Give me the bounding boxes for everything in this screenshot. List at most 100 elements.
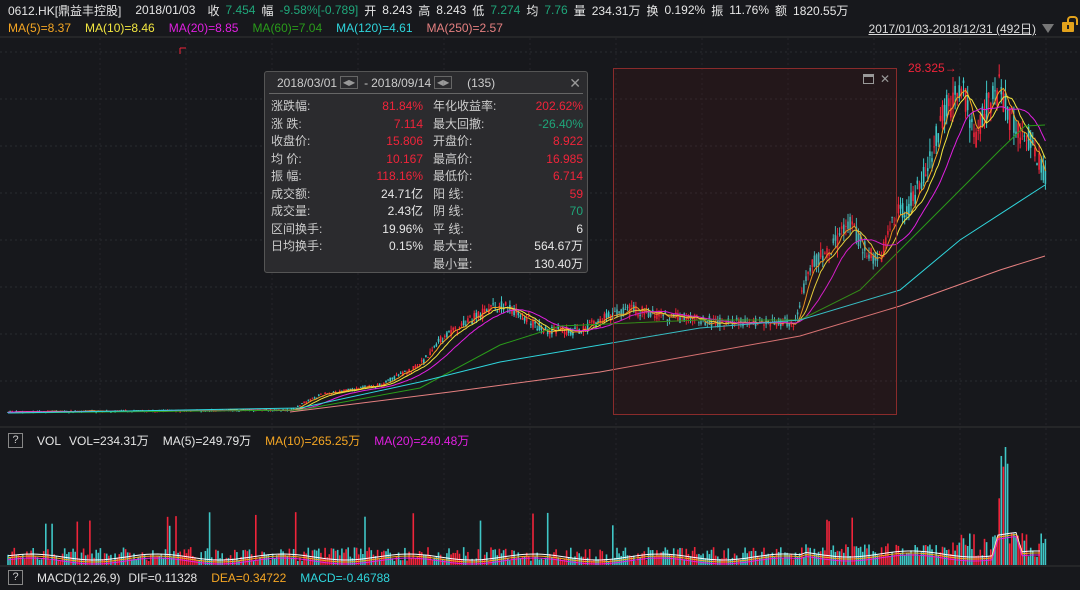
volume-bar [964, 544, 967, 565]
volume-bar [332, 548, 335, 565]
candle-body [483, 308, 486, 313]
volume-bar [330, 548, 333, 565]
volume-bar [973, 534, 975, 565]
candle-body [528, 316, 530, 318]
volume-bar [280, 549, 282, 565]
volume-bar [206, 548, 209, 565]
candle-body [309, 398, 312, 401]
candle-body [414, 365, 417, 368]
candle-body [305, 401, 307, 403]
candle-body [473, 313, 475, 319]
candle-body [591, 320, 593, 322]
volume-bar [826, 519, 828, 565]
window-icon[interactable] [862, 74, 874, 84]
volume-bar [698, 553, 700, 565]
volume-bar [215, 549, 217, 565]
candle-body [1019, 137, 1021, 144]
candle-body [593, 320, 595, 324]
candle-body [418, 364, 421, 366]
volume-bar [792, 559, 795, 565]
stat-value: 130.40万 [534, 256, 583, 271]
volume-bar [895, 544, 898, 565]
candle-body [1008, 107, 1011, 131]
candle-body [1044, 170, 1047, 184]
volume-bar [498, 548, 501, 565]
volume-bar [956, 545, 958, 565]
candle-body [530, 323, 532, 326]
volume-bar [685, 548, 688, 565]
volume-bar [872, 551, 874, 565]
stat-value: 70 [569, 204, 583, 218]
candle-body [492, 303, 494, 305]
candle-body [941, 104, 944, 129]
peak-value: 28.325 [908, 61, 945, 75]
help-button[interactable]: ? [8, 433, 23, 448]
volume-bar [945, 549, 948, 565]
volume-bar [97, 552, 100, 565]
volume-bar [137, 556, 139, 565]
candle-body [954, 85, 956, 95]
candle-body [971, 118, 973, 123]
volume-bar [49, 560, 51, 565]
stat-row: 收盘价: 15.806 [271, 133, 423, 151]
volume-bar [868, 544, 870, 565]
end-arrows-icon[interactable]: ◀▶ [434, 76, 453, 89]
volume-bar [931, 549, 933, 565]
candle-body [1042, 165, 1045, 181]
candle-body [607, 312, 610, 318]
volume-bar [427, 547, 429, 565]
candle-body [910, 192, 912, 206]
stat-row: 最低价: 6.714 [433, 168, 583, 186]
close-icon[interactable]: ✕ [569, 75, 581, 92]
candle-body [1023, 135, 1026, 137]
candle-body [933, 146, 935, 148]
candle-body [469, 316, 471, 318]
candle-body [580, 332, 583, 334]
candle-body [969, 119, 971, 128]
candle-body [299, 405, 301, 407]
candle-body [431, 349, 433, 351]
candle-body [897, 204, 900, 214]
interval-selection-box[interactable]: ✕ [613, 68, 897, 415]
stat-value: 19.96% [382, 221, 423, 236]
volume-bar [750, 551, 753, 565]
candle-body [404, 370, 406, 372]
volume-bar [811, 554, 814, 565]
candle-body [448, 330, 450, 332]
candle-body [521, 317, 524, 320]
candle-body [929, 151, 931, 156]
volume-bar [1036, 556, 1038, 565]
help-button[interactable]: ? [8, 570, 23, 585]
candle-body [439, 336, 442, 343]
volume-bar [217, 550, 219, 565]
volume-bar [11, 551, 13, 565]
stat-value: 10.167 [386, 151, 423, 166]
volume-bar [530, 560, 532, 565]
candle-body [937, 133, 940, 143]
stat-row: 开盘价: 8.922 [433, 133, 583, 151]
volume-bar [929, 544, 931, 565]
macd-value: MACD=-0.46788 [300, 570, 390, 585]
candle-body [912, 191, 914, 202]
candle-body [574, 327, 576, 330]
candle-body [311, 397, 314, 399]
stat-value: 8.922 [552, 134, 583, 148]
volume-bar [1013, 533, 1015, 565]
candle-body [979, 115, 982, 134]
volume-bar [446, 553, 448, 565]
candle-body [429, 351, 431, 356]
volume-bar [1042, 543, 1045, 565]
volume-bar [538, 559, 541, 565]
stat-row: 最高价: 16.985 [433, 151, 583, 169]
candle-body [544, 327, 547, 330]
volume-bar [95, 549, 97, 565]
start-arrows-icon[interactable]: ◀▶ [340, 76, 359, 89]
candle-body [437, 338, 440, 342]
candle-body [927, 168, 929, 172]
candle-body [924, 174, 927, 176]
volume-bar [809, 547, 811, 565]
candle-body [395, 374, 398, 376]
volume-bar [588, 549, 591, 565]
close-icon[interactable]: ✕ [880, 72, 890, 86]
stat-value: 81.84% [382, 99, 423, 113]
